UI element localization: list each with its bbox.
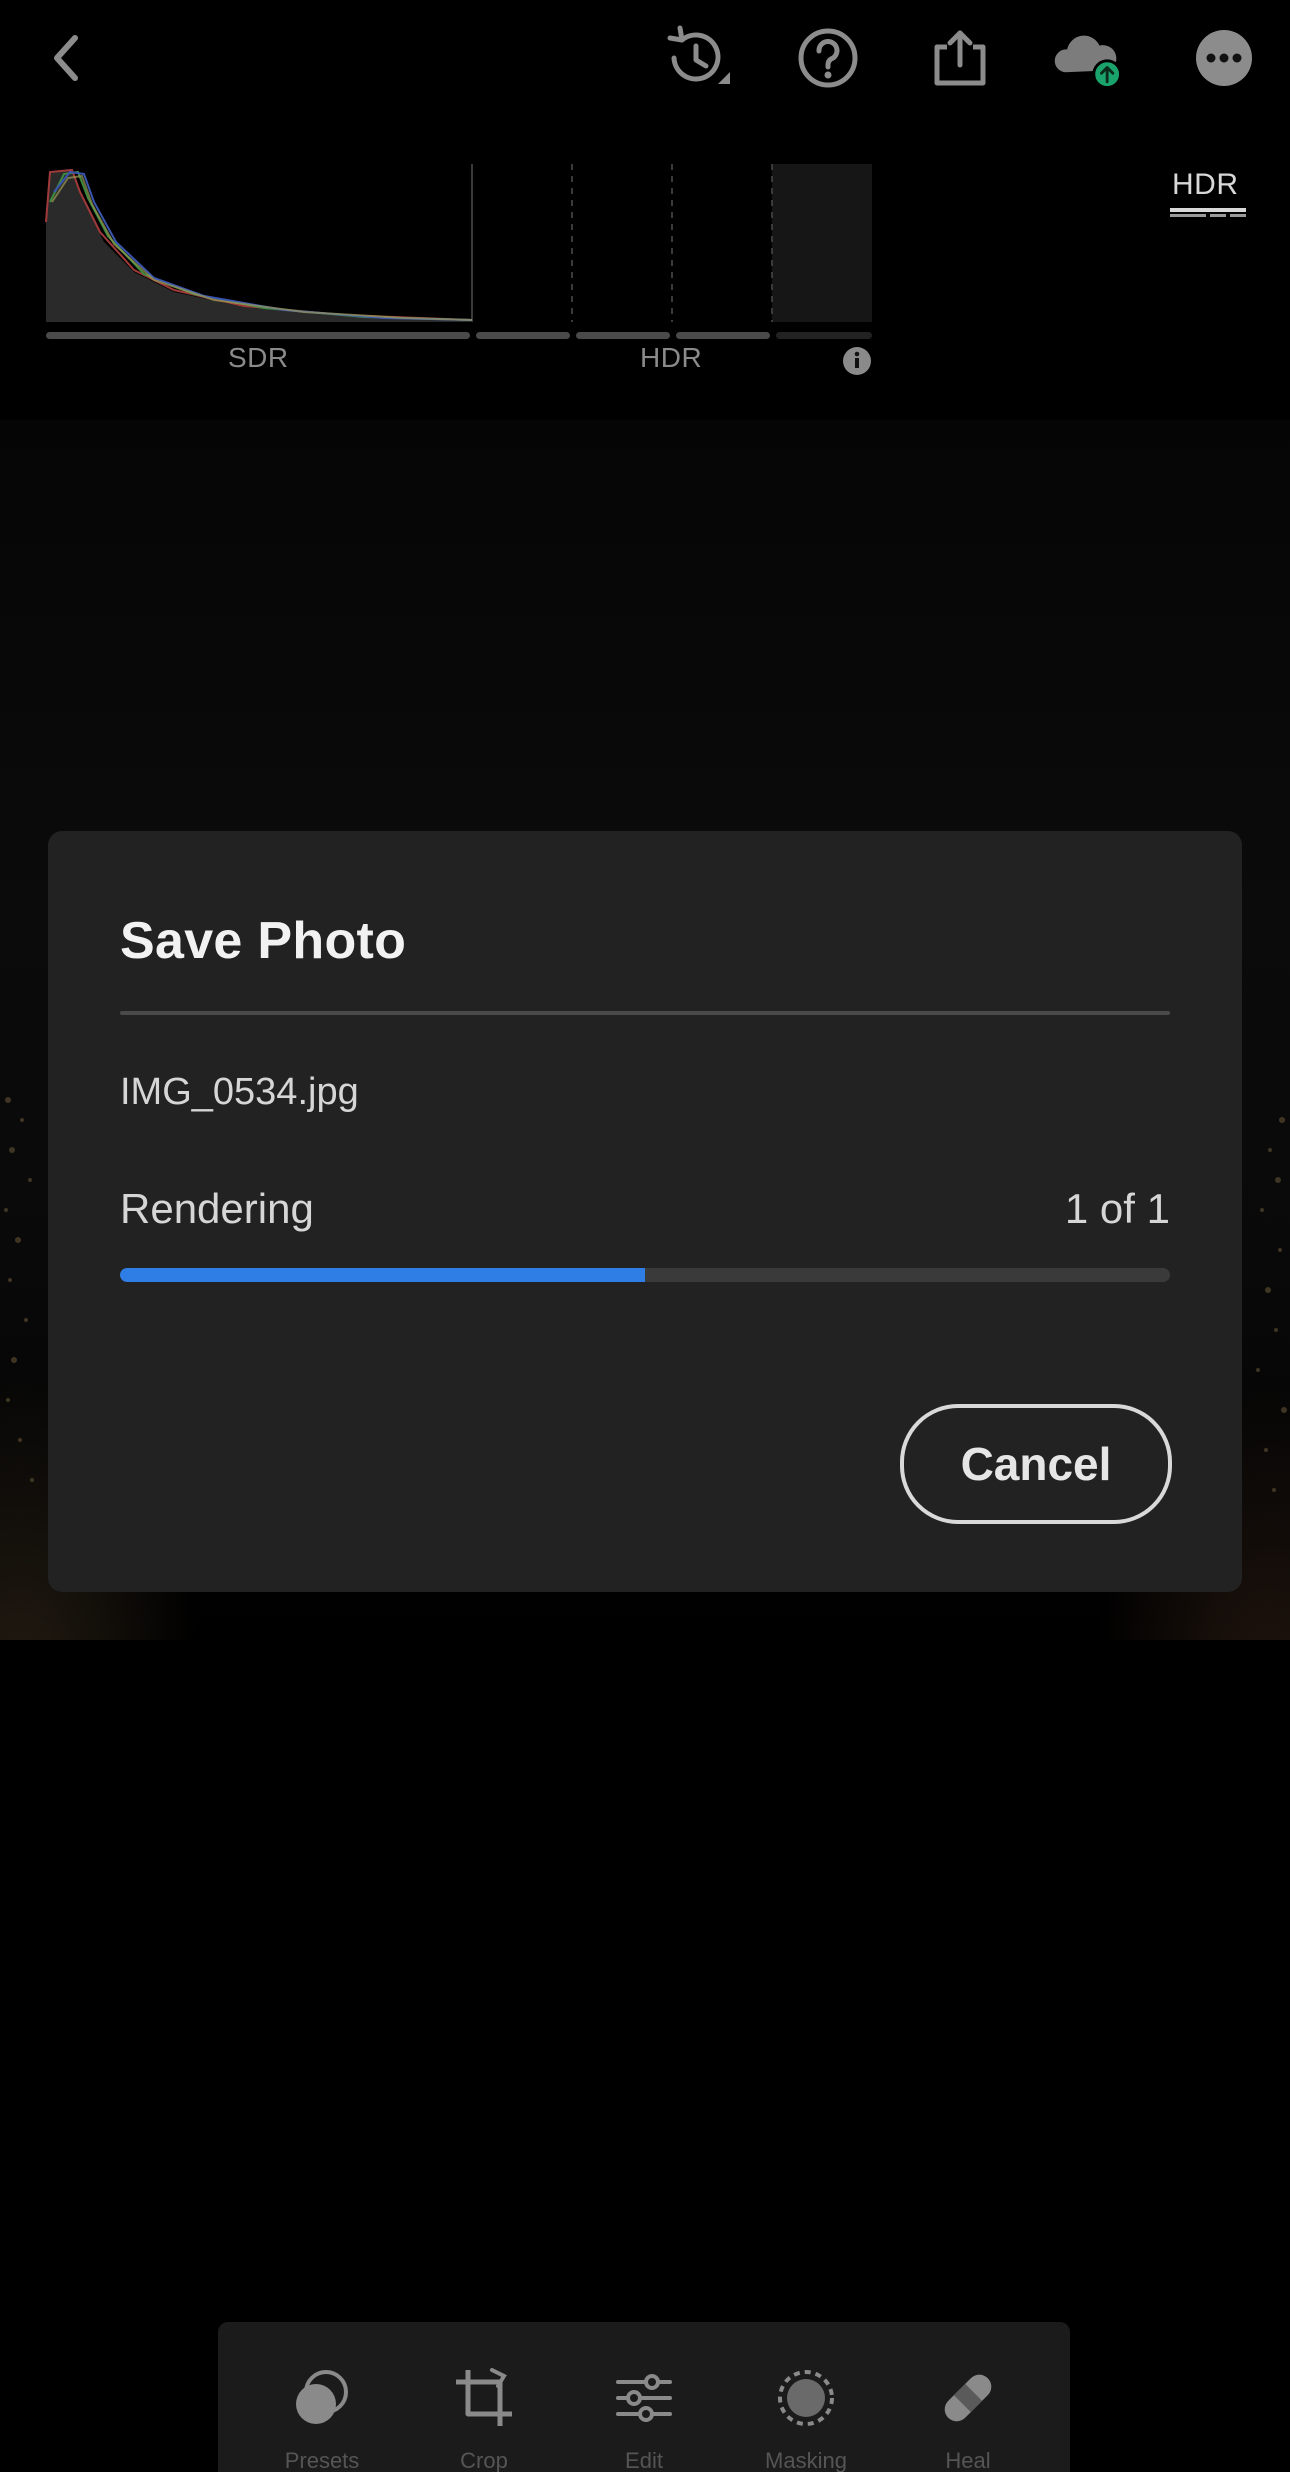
histogram: SDR HDR xyxy=(44,162,874,382)
progress-bar xyxy=(120,1268,1170,1282)
tool-presets-label: Presets xyxy=(284,2448,360,2472)
progress-bar-fill xyxy=(120,1268,645,1282)
histogram-graph xyxy=(45,164,872,339)
cancel-button[interactable]: Cancel xyxy=(900,1404,1172,1524)
dialog-divider xyxy=(120,1011,1170,1015)
top-toolbar xyxy=(0,0,1290,120)
edit-sliders-icon xyxy=(616,2374,672,2422)
save-photo-dialog: Save Photo IMG_0534.jpg Rendering 1 of 1… xyxy=(48,831,1242,1592)
back-chevron-icon[interactable] xyxy=(26,18,106,98)
tool-crop[interactable]: Crop xyxy=(444,2366,524,2472)
presets-icon xyxy=(296,2370,348,2424)
crop-icon xyxy=(456,2368,512,2426)
dialog-progress-count: 1 of 1 xyxy=(1064,1185,1170,1232)
hdr-toggle-underline xyxy=(1170,208,1246,217)
cloud-sync-icon[interactable] xyxy=(1050,18,1130,98)
tool-edit[interactable]: Edit xyxy=(604,2366,684,2472)
dialog-filename: IMG_0534.jpg xyxy=(120,1071,359,1113)
histogram-hdr-label: HDR xyxy=(640,342,703,373)
bottom-toolbar: Presets Crop Edit Masking Heal xyxy=(218,2322,1070,2472)
histogram-sdr-label: SDR xyxy=(228,342,289,373)
history-icon[interactable] xyxy=(656,18,736,98)
more-icon[interactable] xyxy=(1184,18,1264,98)
share-icon[interactable] xyxy=(920,18,1000,98)
tool-masking-label: Masking xyxy=(765,2448,847,2472)
masking-icon xyxy=(778,2370,834,2426)
tool-masking[interactable]: Masking xyxy=(765,2366,847,2472)
dialog-status-text: Rendering xyxy=(120,1185,314,1232)
app-screen: SDR HDR HDR Save Photo IMG_0534.jpg Rend… xyxy=(0,0,1290,2472)
hdr-toggle-button[interactable]: HDR xyxy=(1168,166,1248,218)
heal-bandage-icon xyxy=(944,2374,992,2422)
tool-heal-label: Heal xyxy=(945,2448,991,2472)
tool-crop-label: Crop xyxy=(460,2448,508,2472)
tool-presets[interactable]: Presets xyxy=(282,2366,362,2472)
tool-heal[interactable]: Heal xyxy=(928,2366,1008,2472)
dialog-title: Save Photo xyxy=(120,912,407,970)
tool-edit-label: Edit xyxy=(625,2448,663,2472)
info-icon[interactable] xyxy=(842,346,872,376)
help-icon[interactable] xyxy=(788,18,868,98)
